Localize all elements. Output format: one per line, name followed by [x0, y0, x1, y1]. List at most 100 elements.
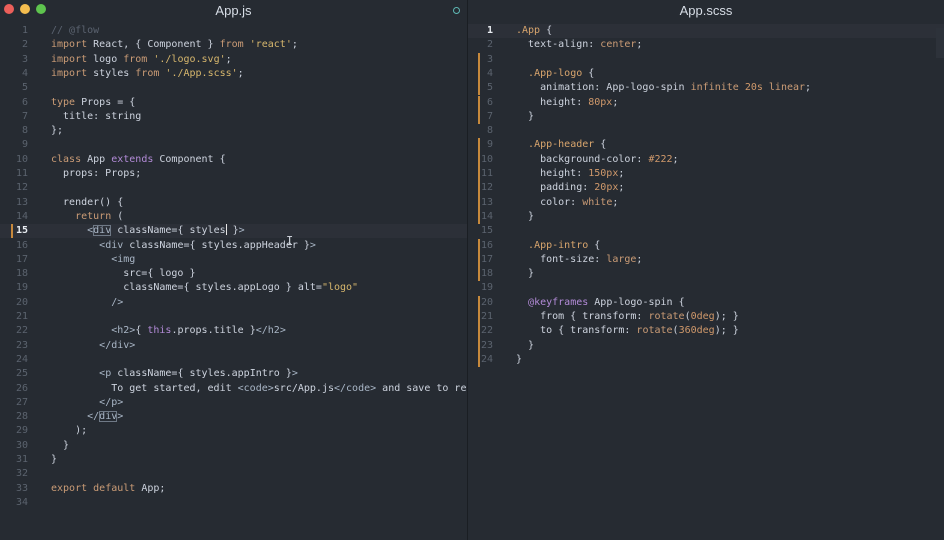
code-line[interactable]: 4 .App-logo {	[468, 66, 944, 82]
line-number: 5	[21, 82, 28, 94]
code-line[interactable]: 6 type Props = {	[0, 96, 467, 110]
code-line[interactable]: 29 );	[0, 424, 467, 438]
git-modified-marker	[478, 138, 480, 153]
code-line[interactable]: 12	[0, 181, 467, 195]
code-line[interactable]: 2 text-align: center;	[468, 38, 944, 52]
code-line[interactable]: 14 return (	[0, 210, 467, 224]
code-editor-app-js[interactable]: 1 // @flow 2 import React, { Component } fr…	[0, 21, 467, 540]
line-number: 18	[15, 268, 28, 280]
code-line[interactable]: 13 color: white;	[468, 195, 944, 210]
code-line[interactable]: 10 class App extends Component {	[0, 153, 467, 167]
close-button[interactable]	[4, 4, 14, 14]
code-line[interactable]: 9	[0, 138, 467, 152]
code-line[interactable]: 21 from { transform: rotate(0deg); }	[468, 310, 944, 325]
code-line[interactable]: 15	[468, 224, 944, 238]
line-number: 15	[15, 225, 28, 237]
code-line[interactable]: 20 @keyframes App-logo-spin {	[468, 295, 944, 310]
code-text: background-color: #222;	[516, 153, 679, 165]
git-modified-marker	[478, 324, 480, 339]
line-number: 23	[15, 339, 28, 351]
code-text: }	[516, 210, 535, 222]
code-line[interactable]: 11 height: 150px;	[468, 167, 944, 182]
code-line[interactable]: 14 }	[468, 209, 944, 225]
code-line[interactable]: 26 To get started, edit <code>src/App.js…	[0, 382, 467, 396]
code-text: export default App;	[51, 482, 166, 494]
code-line[interactable]: 17 <img	[0, 253, 467, 267]
line-number: 16	[480, 239, 493, 251]
code-line[interactable]: 23 </div>	[0, 339, 467, 353]
code-line[interactable]: 2 import React, { Component } from 'react…	[0, 38, 467, 52]
code-text: .App-header {	[528, 139, 607, 151]
code-line[interactable]: 31}	[0, 453, 467, 467]
code-text: import React, { Component } from 'react'…	[51, 39, 298, 51]
minimize-button[interactable]	[20, 4, 30, 14]
code-line[interactable]: 7 title: string	[0, 110, 467, 124]
line-number: 4	[486, 67, 493, 79]
code-line[interactable]: 3 import logo from './logo.svg';	[0, 53, 467, 67]
code-line[interactable]: 24}	[468, 352, 944, 368]
line-number: 8	[486, 125, 493, 137]
code-line[interactable]: 11 props: Props;	[0, 167, 467, 181]
code-line[interactable]: 4 import styles from './App.scss';	[0, 67, 467, 81]
code-line[interactable]: 22 <h2>{ this.props.title }</h2>	[0, 324, 467, 338]
code-line[interactable]: 20 />	[0, 296, 467, 310]
code-line[interactable]: 25 <p className={ styles.appIntro }>	[0, 367, 467, 381]
line-number: 19	[15, 282, 28, 294]
tab-title-label: App.scss	[679, 3, 733, 18]
code-line[interactable]: 16 .App-intro {	[468, 238, 944, 253]
code-text: to { transform: rotate(360deg); }	[516, 325, 739, 337]
code-line[interactable]: 30 }	[0, 439, 467, 453]
code-line[interactable]: 23 }	[468, 338, 944, 353]
line-number: 5	[486, 82, 493, 94]
code-line[interactable]: 5 animation: App-logo-spin infinite 20s …	[468, 81, 944, 96]
code-editor-app-scss[interactable]: 1 .App {2 text-align: center; 3 4 .App-logo…	[468, 21, 944, 540]
code-line[interactable]: 27 </p>	[0, 396, 467, 410]
code-line[interactable]: 3	[468, 52, 944, 67]
line-number: 6	[486, 96, 493, 108]
code-line[interactable]: 19 className={ styles.appLogo } alt="log…	[0, 281, 467, 295]
code-line[interactable]: 28 </div>	[0, 410, 467, 424]
code-line[interactable]: 32	[0, 467, 467, 481]
line-number: 2	[21, 39, 28, 51]
code-line[interactable]: 22 to { transform: rotate(360deg); }	[468, 324, 944, 339]
tab-title-app-scss[interactable]: App.scss	[468, 0, 944, 21]
code-line[interactable]: 21	[0, 310, 467, 324]
code-line[interactable]: 18 src={ logo }	[0, 267, 467, 281]
line-number: 4	[21, 67, 28, 79]
maximize-button[interactable]	[36, 4, 46, 14]
line-number: 18	[480, 268, 493, 280]
git-modified-marker	[478, 95, 480, 110]
code-line[interactable]: 7 }	[468, 109, 944, 125]
code-line[interactable]: 8	[468, 124, 944, 138]
code-line[interactable]: 16 <div className={ styles.appHeader }>	[0, 239, 467, 253]
git-modified-marker	[478, 152, 480, 167]
code-line[interactable]: 13 render() {	[0, 196, 467, 210]
code-line[interactable]: 10 background-color: #222;	[468, 152, 944, 167]
code-text: .App {	[516, 25, 553, 36]
code-line[interactable]: 12 padding: 20px;	[468, 181, 944, 196]
code-line[interactable]: 1 // @flow	[0, 24, 467, 38]
code-text: class App extends Component {	[51, 153, 226, 165]
git-modified-marker	[478, 310, 480, 325]
code-text: @keyframes App-logo-spin {	[528, 296, 685, 308]
git-modified-marker	[478, 52, 480, 67]
code-line[interactable]: 34	[0, 496, 467, 510]
code-line[interactable]: 19	[468, 281, 944, 295]
code-line[interactable]: 5	[0, 81, 467, 95]
line-number: 32	[15, 468, 28, 480]
code-line[interactable]: 8};	[0, 124, 467, 138]
code-line[interactable]: 33 export default App;	[0, 482, 467, 496]
line-number: 10	[480, 153, 493, 165]
code-line[interactable]: 17 font-size: large;	[468, 252, 944, 268]
code-line[interactable]: 1 .App {	[468, 24, 944, 39]
code-line[interactable]: 24	[0, 353, 467, 367]
editor-window: App.js 1 // @flow 2 import React, { Compone…	[0, 0, 944, 540]
code-text: );	[51, 425, 88, 437]
code-line[interactable]: 18 }	[468, 267, 944, 282]
code-line[interactable]: 9 .App-header {	[468, 138, 944, 153]
minimap-indicator[interactable]	[936, 28, 944, 58]
code-line[interactable]: 6 height: 80px;	[468, 95, 944, 110]
tab-title-app-js[interactable]: App.js	[0, 0, 467, 21]
line-number: 3	[21, 53, 28, 65]
code-line[interactable]: 15 <div className={ styles }>	[0, 224, 467, 239]
